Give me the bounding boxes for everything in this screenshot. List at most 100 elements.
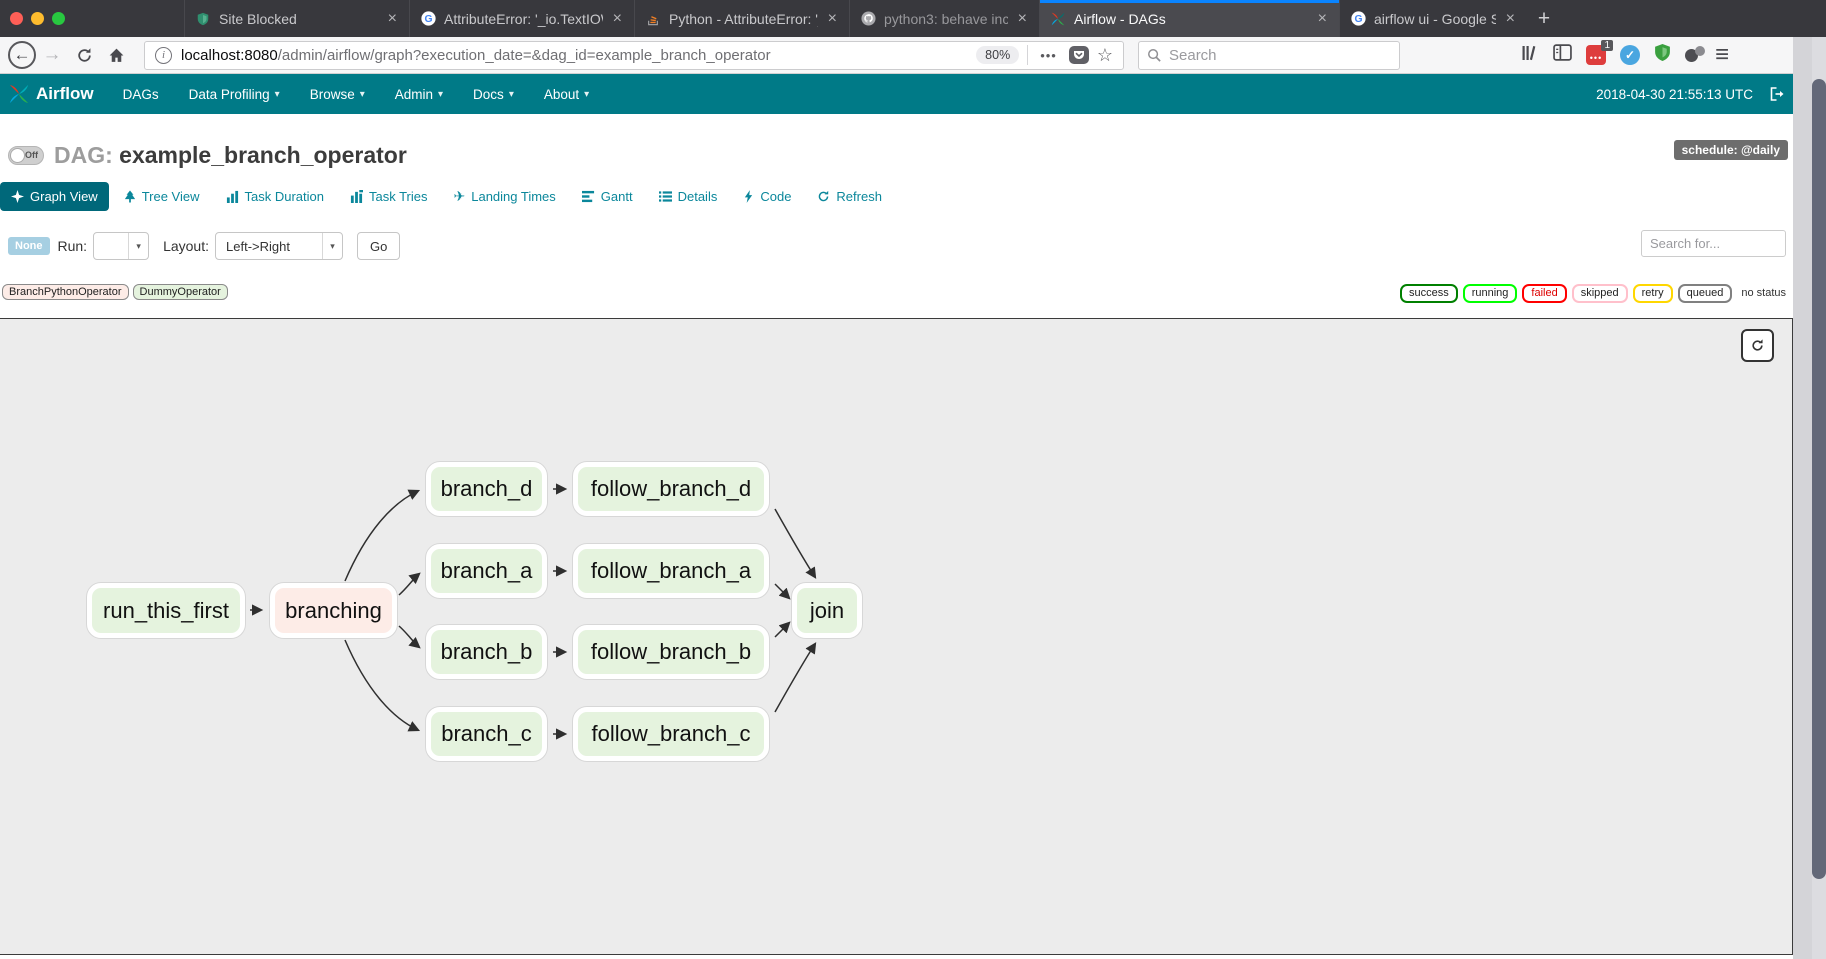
tab-airflow-ui-search[interactable]: G airflow ui - Google Search × xyxy=(1339,0,1527,37)
task-node-run_this_first[interactable]: run_this_first xyxy=(87,583,245,638)
task-node-follow_branch_b[interactable]: follow_branch_b xyxy=(573,625,769,679)
back-button[interactable]: ← xyxy=(8,41,36,69)
tab-site-blocked[interactable]: Site Blocked × xyxy=(184,0,409,37)
url-host: localhost:8080 xyxy=(181,47,278,64)
airflow-brand[interactable]: Airflow xyxy=(0,83,108,105)
tab-code[interactable]: Code xyxy=(732,182,802,211)
brand-label: Airflow xyxy=(36,84,94,104)
chevron-down-icon: ▾ xyxy=(360,89,365,100)
divider xyxy=(1027,45,1028,65)
tab-close-icon[interactable]: × xyxy=(1016,10,1029,28)
dag-graph-canvas[interactable]: run_this_first branching branch_d branch… xyxy=(0,318,1793,955)
tab-close-icon[interactable]: × xyxy=(1316,10,1329,28)
window-close-button[interactable] xyxy=(10,12,23,25)
task-node-follow_branch_a[interactable]: follow_branch_a xyxy=(573,544,769,598)
nav-item-browse[interactable]: Browse▾ xyxy=(295,74,380,114)
tab-tree-view[interactable]: Tree View xyxy=(113,182,211,211)
tab-title: AttributeError: '_io.TextIOWrapp xyxy=(444,11,603,27)
browser-search-box[interactable] xyxy=(1138,41,1400,70)
legend-status-running: running xyxy=(1463,284,1518,303)
new-tab-button[interactable]: + xyxy=(1527,0,1561,37)
chevron-down-icon: ▾ xyxy=(322,233,342,259)
tab-close-icon[interactable]: × xyxy=(611,10,624,28)
airflow-favicon-icon xyxy=(1050,11,1066,27)
svg-text:G: G xyxy=(1354,14,1362,25)
tab-python3-behave[interactable]: python3: behave incorrectly mo × xyxy=(849,0,1039,37)
legend-branchpythonoperator: BranchPythonOperator xyxy=(2,284,129,300)
sidebar-toggle-icon[interactable] xyxy=(1553,44,1572,66)
bar-chart-icon xyxy=(350,190,363,203)
home-button[interactable] xyxy=(100,40,132,70)
tab-close-icon[interactable]: × xyxy=(386,10,399,28)
tab-graph-view[interactable]: Graph View xyxy=(0,182,109,211)
reload-button[interactable] xyxy=(68,40,100,70)
logout-icon[interactable] xyxy=(1769,86,1786,102)
toolbar-extensions: ••• 1 ✓ xyxy=(1520,43,1705,67)
nav-item-dags[interactable]: DAGs xyxy=(108,74,174,114)
adblock-extension-icon[interactable]: ••• 1 xyxy=(1586,45,1606,65)
layout-select[interactable]: Left->Right ▾ xyxy=(215,232,343,260)
dag-pause-toggle[interactable]: Off xyxy=(8,146,44,165)
google-favicon-icon: G xyxy=(1350,11,1366,27)
pocket-icon[interactable] xyxy=(1069,46,1089,64)
run-select[interactable]: ▾ xyxy=(93,232,149,260)
nav-item-about[interactable]: About▾ xyxy=(529,74,604,114)
spheres-extension-icon[interactable] xyxy=(1685,45,1705,65)
browser-tab-bar: Site Blocked × G AttributeError: '_io.Te… xyxy=(0,0,1826,37)
nav-item-data-profiling[interactable]: Data Profiling▾ xyxy=(174,74,295,114)
airflow-logo-icon xyxy=(8,83,30,105)
task-node-branch_b[interactable]: branch_b xyxy=(426,625,547,679)
task-node-follow_branch_c[interactable]: follow_branch_c xyxy=(573,707,769,761)
bookmark-star-icon[interactable]: ☆ xyxy=(1095,45,1117,66)
browser-search-input[interactable] xyxy=(1169,47,1369,64)
tab-airflow-dags[interactable]: Airflow - DAGs × xyxy=(1039,0,1339,37)
dag-edges xyxy=(0,319,1794,956)
task-node-branch_d[interactable]: branch_d xyxy=(426,462,547,516)
schedule-badge: schedule: @daily xyxy=(1674,140,1788,160)
library-icon[interactable] xyxy=(1520,44,1539,67)
url-bar[interactable]: i localhost:8080/admin/airflow/graph?exe… xyxy=(144,41,1124,70)
scrollbar-thumb[interactable] xyxy=(1812,79,1826,879)
plane-icon: ✈ xyxy=(454,188,466,205)
tab-close-icon[interactable]: × xyxy=(1504,10,1517,28)
menu-hamburger-icon[interactable]: ≡ xyxy=(1715,41,1729,69)
refresh-button[interactable]: Refresh xyxy=(806,182,893,211)
task-node-join[interactable]: join xyxy=(792,583,862,638)
operator-legend: BranchPythonOperator DummyOperator xyxy=(2,284,228,300)
dag-name: example_branch_operator xyxy=(119,142,407,168)
graph-refresh-button[interactable] xyxy=(1741,329,1774,362)
refresh-icon xyxy=(817,190,830,203)
task-search-input[interactable] xyxy=(1641,230,1786,257)
tab-python-attributeerror[interactable]: Python - AttributeError: '_io.Te × xyxy=(634,0,849,37)
nav-item-admin[interactable]: Admin▾ xyxy=(380,74,458,114)
tab-task-duration[interactable]: Task Duration xyxy=(215,182,335,211)
chevron-down-icon: ▾ xyxy=(438,89,443,100)
browser-toolbar: ← → i localhost:8080/admin/airflow/graph… xyxy=(0,37,1826,74)
tab-details[interactable]: Details xyxy=(648,182,729,211)
task-node-branch_a[interactable]: branch_a xyxy=(426,544,547,598)
tab-gantt[interactable]: Gantt xyxy=(571,182,644,211)
svg-text:G: G xyxy=(424,14,432,25)
site-info-icon[interactable]: i xyxy=(155,47,172,64)
forward-button[interactable]: → xyxy=(36,40,68,70)
task-node-follow_branch_d[interactable]: follow_branch_d xyxy=(573,462,769,516)
page-title: DAG: example_branch_operator xyxy=(54,142,407,169)
window-minimize-button[interactable] xyxy=(31,12,44,25)
url-path: /admin/airflow/graph?execution_date=&dag… xyxy=(278,47,771,64)
task-node-branching[interactable]: branching xyxy=(270,583,397,638)
window-controls xyxy=(0,0,79,37)
tab-landing-times[interactable]: ✈ Landing Times xyxy=(443,182,567,211)
window-maximize-button[interactable] xyxy=(52,12,65,25)
tab-close-icon[interactable]: × xyxy=(826,10,839,28)
tab-task-tries[interactable]: Task Tries xyxy=(339,182,439,211)
go-button[interactable]: Go xyxy=(357,232,400,260)
shield-extension-icon[interactable] xyxy=(1654,43,1671,67)
blue-extension-icon[interactable]: ✓ xyxy=(1620,45,1640,65)
page-actions-icon[interactable]: ••• xyxy=(1034,48,1063,63)
tab-attributeerror[interactable]: G AttributeError: '_io.TextIOWrapp × xyxy=(409,0,634,37)
task-node-branch_c[interactable]: branch_c xyxy=(426,707,547,761)
nav-item-docs[interactable]: Docs▾ xyxy=(458,74,529,114)
zoom-level-badge[interactable]: 80% xyxy=(976,46,1019,64)
toggle-state-label: Off xyxy=(25,150,38,160)
page-scrollbar[interactable] xyxy=(1793,37,1826,959)
